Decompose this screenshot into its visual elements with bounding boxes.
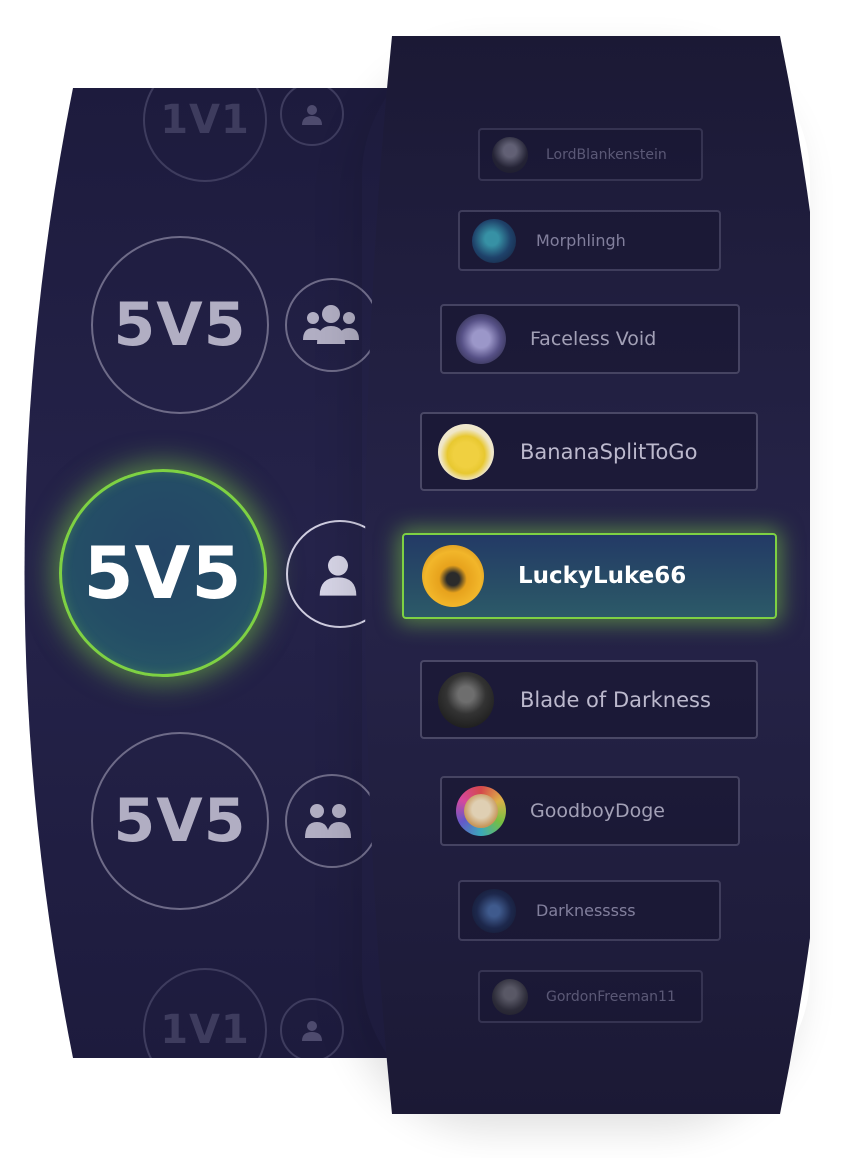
user-icon (318, 552, 358, 596)
avatar-faceless-void (456, 314, 506, 364)
mode-option-1v1-bottom[interactable]: 1V1 (143, 968, 267, 1058)
player-row[interactable]: BananaSplitToGo (420, 412, 758, 491)
player-row[interactable]: Blade of Darkness (420, 660, 758, 739)
player-row[interactable]: LordBlankenstein (478, 128, 703, 181)
avatar-bananas (438, 423, 494, 480)
player-name: LuckyLuke66 (518, 563, 687, 589)
mode-label: 5V5 (83, 531, 243, 615)
player-name: Darknesssss (536, 901, 636, 920)
avatar-gordon (492, 978, 528, 1015)
avatar-doge (456, 786, 506, 836)
player-row[interactable]: GoodboyDoge (440, 776, 740, 846)
player-row[interactable]: Faceless Void (440, 304, 740, 374)
mode-selector-panel: 1V1 5V5 5V5 5V5 1V1 (0, 88, 420, 1058)
avatar-morphling (472, 218, 516, 263)
player-name: Blade of Darkness (520, 687, 711, 712)
mode-label: 5V5 (113, 786, 247, 856)
player-name: LordBlankenstein (546, 146, 667, 163)
mode-option-1v1-top[interactable]: 1V1 (143, 88, 267, 182)
doge-face (464, 794, 498, 828)
mode-icon-button-1v1-bottom[interactable] (280, 998, 344, 1058)
mode-option-5v5-selected[interactable]: 5V5 (59, 469, 267, 677)
player-row[interactable]: Morphlingh (458, 210, 721, 271)
mode-icon-button-1v1-top[interactable] (280, 88, 344, 146)
avatar-dark-figure (492, 136, 528, 173)
avatar-dark-knight (438, 671, 494, 728)
player-name: GordonFreeman11 (546, 988, 676, 1005)
player-row[interactable]: Darknesssss (458, 880, 721, 941)
mode-label: 1V1 (160, 1007, 250, 1053)
player-name: BananaSplitToGo (520, 439, 698, 464)
avatar-darkness (472, 888, 516, 933)
mode-label: 5V5 (113, 290, 247, 360)
player-row[interactable]: GordonFreeman11 (478, 970, 703, 1023)
mode-option-5v5-a[interactable]: 5V5 (91, 236, 269, 414)
avatar-lucky-luke (422, 545, 484, 607)
mode-label: 1V1 (160, 97, 250, 143)
users-group-icon (303, 304, 359, 346)
player-row-selected[interactable]: LuckyLuke66 (402, 533, 777, 619)
stage: 1V1 5V5 5V5 5V5 1V1 LordBlankenstein Mor… (0, 0, 860, 1158)
player-name: Morphlingh (536, 231, 626, 250)
mode-option-5v5-b[interactable]: 5V5 (91, 732, 269, 910)
player-name: GoodboyDoge (530, 800, 665, 822)
users-group-icon (305, 802, 353, 840)
user-icon (300, 102, 324, 126)
player-name: Faceless Void (530, 328, 657, 350)
user-icon (300, 1018, 324, 1042)
